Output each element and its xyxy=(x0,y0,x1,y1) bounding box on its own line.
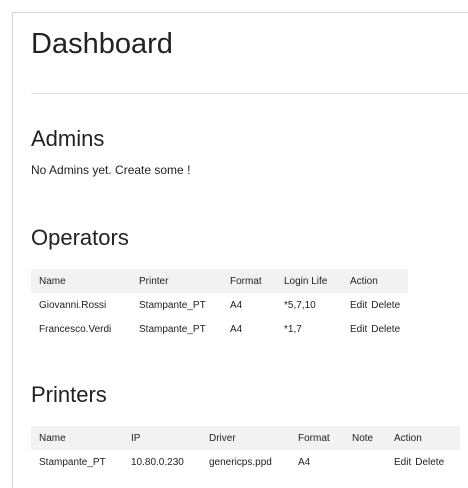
delete-printer-link[interactable]: Delete xyxy=(415,457,444,468)
admins-empty-message: No Admins yet. Create some ! xyxy=(31,163,191,177)
operator-printer: Stampante_PT xyxy=(139,299,206,311)
column-header-format: Format xyxy=(230,275,262,287)
operator-format: A4 xyxy=(230,323,243,335)
column-header-printer: Printer xyxy=(139,275,169,287)
printer-driver: genericps.ppd xyxy=(209,456,272,468)
operator-actions: Edit Delete xyxy=(342,293,408,317)
table-row: Francesco.Verdi Stampante_PT A4 *1,7 Edi… xyxy=(31,317,408,341)
printers-heading: Printers xyxy=(31,382,107,407)
column-header-format: Format xyxy=(298,432,330,444)
operator-name: Francesco.Verdi xyxy=(39,323,112,335)
edit-printer-link[interactable]: Edit xyxy=(394,457,411,468)
operator-login-life: *5,7,10 xyxy=(284,299,316,311)
column-header-action: Action xyxy=(350,275,378,287)
operator-login-life: *1,7 xyxy=(284,323,302,335)
operators-table: Name Printer Format Login Life Action Gi… xyxy=(31,269,409,341)
column-header-driver: Driver xyxy=(209,432,236,444)
printers-header-row: Name IP Driver Format Note Action xyxy=(31,426,460,450)
column-header-action: Action xyxy=(394,432,422,444)
page-title: Dashboard xyxy=(31,28,173,60)
printer-ip: 10.80.0.230 xyxy=(131,456,184,468)
operators-heading: Operators xyxy=(31,225,129,250)
printer-name: Stampante_PT xyxy=(39,456,106,468)
delete-operator-link[interactable]: Delete xyxy=(371,324,400,335)
table-row: Giovanni.Rossi Stampante_PT A4 *5,7,10 E… xyxy=(31,293,408,317)
operator-actions: Edit Delete xyxy=(342,317,408,341)
operators-header-row: Name Printer Format Login Life Action xyxy=(31,269,409,293)
admins-heading: Admins xyxy=(31,126,105,151)
title-divider xyxy=(31,93,468,94)
printers-table: Name IP Driver Format Note Action Stampa… xyxy=(31,426,460,474)
column-header-name: Name xyxy=(39,275,66,287)
edit-operator-link[interactable]: Edit xyxy=(350,300,367,311)
printer-actions: Edit Delete xyxy=(386,450,460,474)
column-header-ip: IP xyxy=(131,432,141,444)
operator-name: Giovanni.Rossi xyxy=(39,299,107,311)
operator-printer: Stampante_PT xyxy=(139,323,206,335)
table-row: Stampante_PT 10.80.0.230 genericps.ppd A… xyxy=(31,450,460,474)
printer-format: A4 xyxy=(298,456,311,468)
column-header-note: Note xyxy=(352,432,374,444)
printer-note xyxy=(344,450,386,474)
operator-format: A4 xyxy=(230,299,243,311)
column-header-login-life: Login Life xyxy=(284,275,328,287)
edit-operator-link[interactable]: Edit xyxy=(350,324,367,335)
column-header-name: Name xyxy=(39,432,66,444)
delete-operator-link[interactable]: Delete xyxy=(371,300,400,311)
